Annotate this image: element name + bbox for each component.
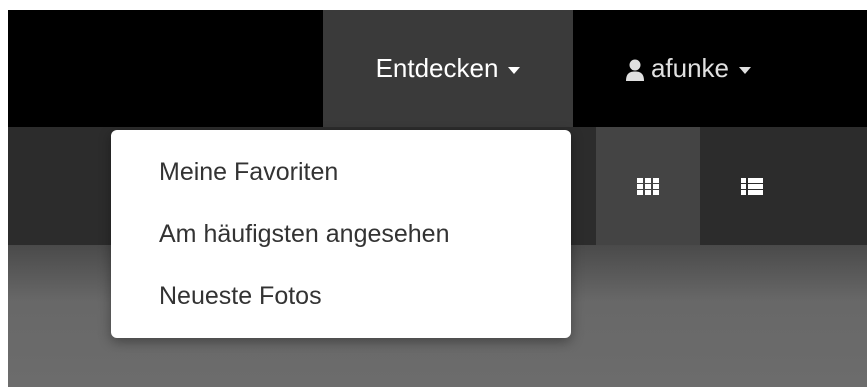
top-navbar: Entdecken afunke [8,10,867,127]
user-name: afunke [650,53,730,83]
caret-down-icon [739,67,752,74]
caret-down-icon [508,67,521,74]
list-view-button[interactable] [700,127,804,245]
explore-dropdown-menu: Meine Favoriten Am häufigsten angesehen … [111,130,571,338]
user-icon [625,59,644,81]
grid-view-icon [637,177,659,195]
grid-view-button[interactable] [596,127,700,245]
user-menu-toggle[interactable]: afunke [573,10,803,127]
explore-menu-label: Entdecken [375,53,499,83]
app-frame: Entdecken afunke Meine Favoriten Am häuf… [8,10,867,387]
explore-menu-toggle[interactable]: Entdecken [323,10,573,127]
list-view-icon [741,177,763,195]
menu-item-favorites[interactable]: Meine Favoriten [111,148,571,214]
menu-item-newest-photos[interactable]: Neueste Fotos [111,272,571,338]
menu-item-most-viewed[interactable]: Am häufigsten angesehen [111,210,571,276]
